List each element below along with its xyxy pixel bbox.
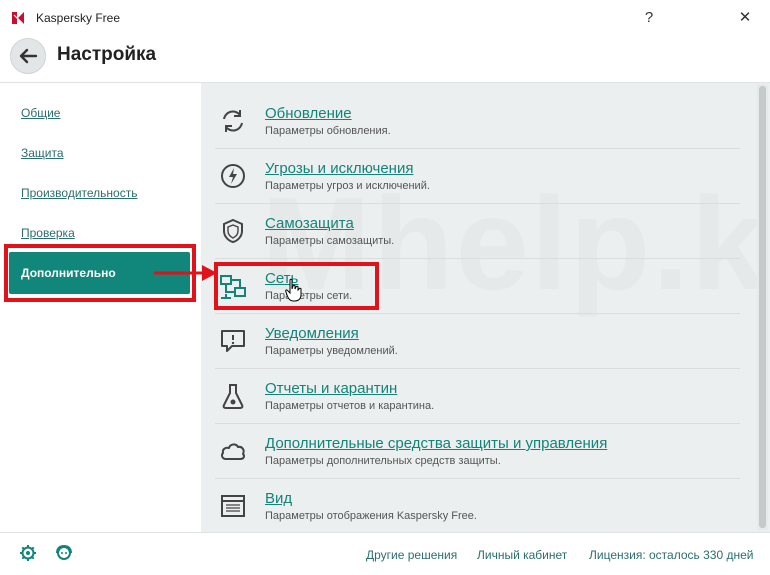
flask-icon bbox=[222, 384, 244, 409]
settings-sub-notifications: Параметры уведомлений. bbox=[265, 345, 398, 357]
window-icon bbox=[221, 495, 245, 517]
support-agent-icon[interactable] bbox=[55, 544, 73, 562]
settings-link-update[interactable]: Обновление bbox=[265, 105, 352, 122]
close-button[interactable]: ✕ bbox=[730, 6, 760, 30]
cloud-icon bbox=[221, 443, 245, 460]
settings-sub-additional-tools: Параметры дополнительных средств защиты. bbox=[265, 455, 501, 467]
back-button[interactable] bbox=[10, 38, 46, 74]
back-arrow-icon bbox=[19, 48, 38, 64]
settings-sub-threats: Параметры угроз и исключений. bbox=[265, 180, 430, 192]
divider bbox=[215, 478, 740, 479]
gear-icon[interactable] bbox=[19, 544, 37, 562]
settings-sub-self-defense: Параметры самозащиты. bbox=[265, 235, 395, 247]
settings-sub-reports: Параметры отчетов и карантина. bbox=[265, 400, 435, 412]
my-account-link[interactable]: Личный кабинет bbox=[477, 548, 567, 562]
hand-cursor-icon bbox=[285, 278, 302, 302]
divider bbox=[215, 313, 740, 314]
divider bbox=[215, 203, 740, 204]
scrollbar-thumb[interactable] bbox=[759, 86, 766, 528]
settings-sub-update: Параметры обновления. bbox=[265, 125, 391, 137]
annotation-arrow-icon bbox=[154, 265, 217, 281]
title-bar: Kaspersky Free ? ✕ bbox=[0, 0, 770, 36]
divider bbox=[215, 148, 740, 149]
divider bbox=[215, 258, 740, 259]
notification-icon bbox=[221, 330, 245, 352]
settings-link-notifications[interactable]: Уведомления bbox=[265, 325, 359, 342]
license-link[interactable]: Лицензия: осталось 330 дней bbox=[589, 548, 753, 562]
settings-link-self-defense[interactable]: Самозащита bbox=[265, 215, 354, 232]
sidebar-item-protection[interactable]: Защита bbox=[21, 146, 64, 160]
window-title: Kaspersky Free bbox=[36, 11, 121, 25]
other-solutions-link[interactable]: Другие решения bbox=[366, 548, 457, 562]
divider bbox=[215, 368, 740, 369]
settings-link-additional-tools[interactable]: Дополнительные средства защиты и управле… bbox=[265, 435, 607, 452]
settings-link-appearance[interactable]: Вид bbox=[265, 490, 292, 507]
sidebar-item-scan[interactable]: Проверка bbox=[21, 226, 75, 240]
settings-link-threats[interactable]: Угрозы и исключения bbox=[265, 160, 413, 177]
sidebar-item-performance[interactable]: Производительность bbox=[21, 186, 137, 200]
refresh-icon bbox=[223, 110, 243, 132]
divider bbox=[215, 423, 740, 424]
settings-link-reports[interactable]: Отчеты и карантин bbox=[265, 380, 397, 397]
kaspersky-logo-icon bbox=[12, 12, 24, 24]
kaspersky-window: Kaspersky Free ? ✕ Настройка Общие Защит… bbox=[0, 0, 770, 575]
lightning-icon bbox=[221, 164, 245, 188]
sidebar-item-general[interactable]: Общие bbox=[21, 106, 60, 120]
settings-sub-appearance: Параметры отображения Kaspersky Free. bbox=[265, 510, 477, 522]
help-button[interactable]: ? bbox=[634, 6, 664, 30]
page-title: Настройка bbox=[57, 44, 157, 65]
shield-icon bbox=[223, 218, 243, 244]
